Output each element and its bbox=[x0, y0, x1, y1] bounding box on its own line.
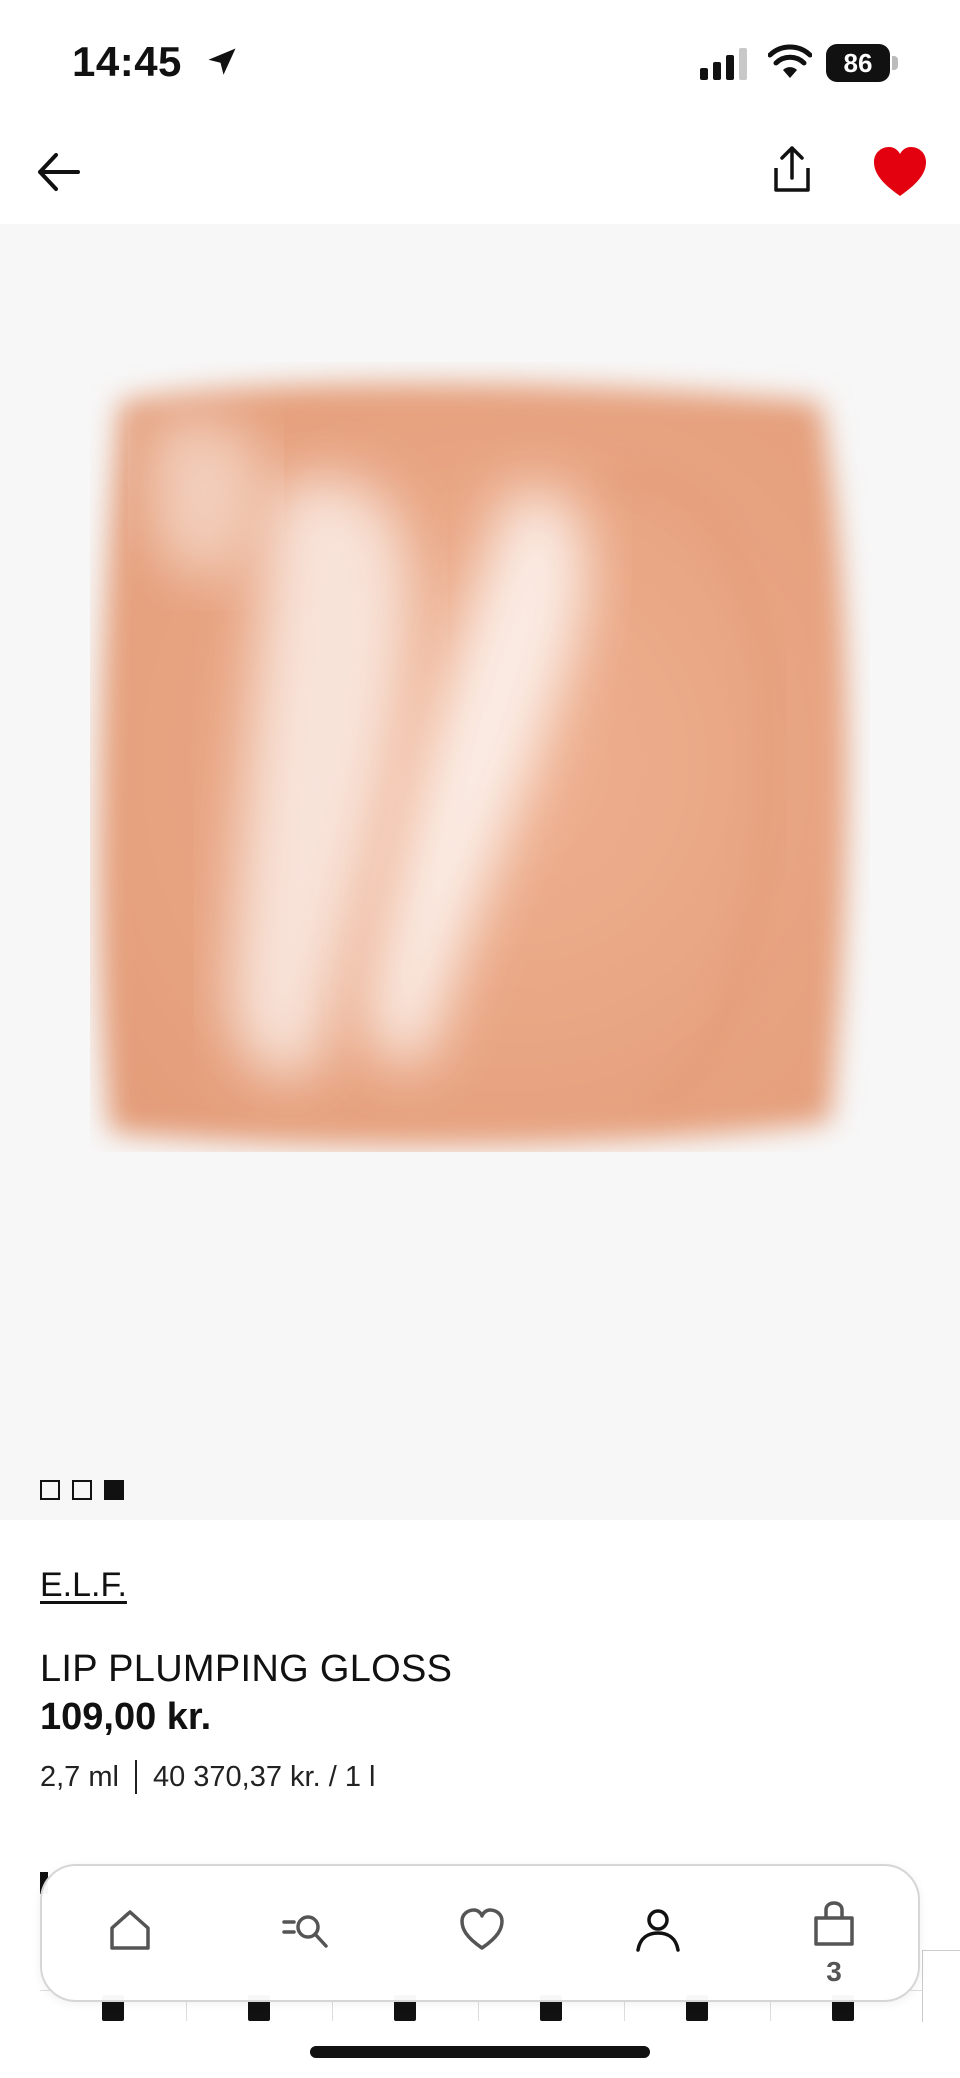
bottom-tab-bar: 3 bbox=[40, 1864, 920, 2002]
tab-favorites[interactable] bbox=[394, 1866, 570, 2004]
product-name: LIP PLUMPING GLOSS bbox=[40, 1648, 453, 1690]
battery-indicator: 86 bbox=[826, 44, 898, 82]
heart-filled-icon bbox=[874, 147, 926, 196]
gallery-dot[interactable] bbox=[40, 1480, 60, 1500]
cart-count-badge: 3 bbox=[826, 1956, 842, 1987]
share-button[interactable] bbox=[762, 140, 822, 200]
search-categories-icon bbox=[282, 1915, 328, 1948]
product-size: 2,7 ml bbox=[40, 1760, 119, 1793]
home-icon bbox=[110, 1910, 150, 1950]
status-time: 14:45 bbox=[72, 38, 182, 85]
heart-outline-icon bbox=[460, 1908, 504, 1950]
tab-search[interactable] bbox=[218, 1866, 394, 2004]
location-arrow-icon bbox=[208, 48, 236, 75]
share-icon bbox=[774, 146, 810, 192]
battery-tip bbox=[892, 56, 898, 70]
tab-account[interactable] bbox=[570, 1866, 746, 2004]
product-unit-price: 40 370,37 kr. / 1 l bbox=[152, 1760, 376, 1793]
tab-cart[interactable]: 3 bbox=[746, 1866, 922, 2004]
gallery-pagination bbox=[40, 1480, 124, 1500]
arrow-left-icon bbox=[38, 153, 80, 191]
status-bar: 14:45 86 bbox=[0, 0, 960, 120]
divider bbox=[134, 1760, 137, 1794]
top-nav-bar bbox=[0, 120, 960, 224]
gallery-dot[interactable] bbox=[104, 1480, 124, 1500]
product-price: 109,00 kr. bbox=[40, 1696, 212, 1738]
product-image-gallery[interactable] bbox=[0, 224, 960, 1520]
tab-home[interactable] bbox=[42, 1866, 218, 2004]
wifi-icon bbox=[768, 44, 812, 78]
product-swatch-image bbox=[99, 383, 848, 1146]
gallery-dot[interactable] bbox=[72, 1480, 92, 1500]
battery-level: 86 bbox=[826, 44, 890, 82]
product-unit-info: 2,7 ml 40 370,37 kr. / 1 l bbox=[40, 1760, 375, 1794]
back-button[interactable] bbox=[30, 142, 90, 202]
favorite-button[interactable] bbox=[870, 144, 930, 200]
shopping-bag-icon bbox=[814, 1901, 854, 1946]
cellular-signal-icon bbox=[700, 48, 747, 80]
user-icon bbox=[636, 1909, 680, 1952]
brand-link[interactable]: E.L.F. bbox=[40, 1566, 127, 1605]
peek-side-panel bbox=[922, 1950, 960, 2022]
home-indicator[interactable] bbox=[310, 2046, 650, 2058]
